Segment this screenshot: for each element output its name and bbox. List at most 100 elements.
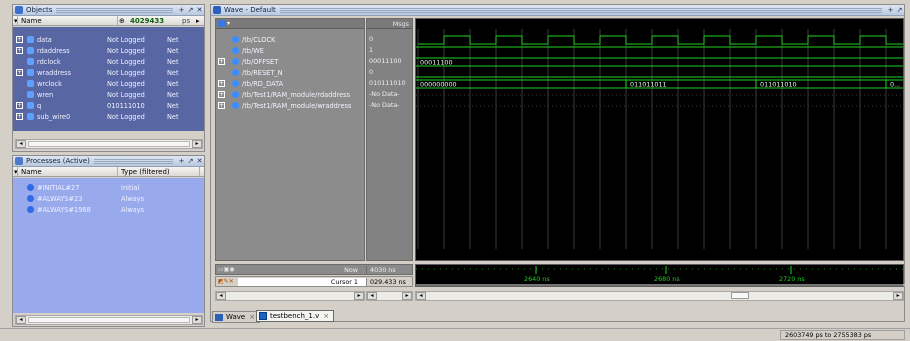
undock-icon[interactable]: ↗ bbox=[186, 157, 195, 166]
process-row[interactable]: #ALWAYS#23 Always bbox=[13, 193, 204, 204]
signal-icon bbox=[232, 58, 239, 65]
undock-icon[interactable]: ↗ bbox=[895, 6, 904, 15]
time-ruler-pane[interactable]: 2640 ns 2680 ns 2720 ns bbox=[415, 264, 905, 288]
time-ruler[interactable]: 2640 ns 2680 ns 2720 ns bbox=[416, 265, 905, 288]
values-hscrollbar[interactable]: ◂ ▸ bbox=[366, 291, 413, 301]
scroll-left-button[interactable]: ◂ bbox=[367, 292, 377, 300]
object-row[interactable]: + rdaddress Not Logged Net bbox=[13, 45, 204, 56]
scroll-left-button[interactable]: ◂ bbox=[416, 292, 426, 300]
close-icon[interactable]: ✕ bbox=[195, 157, 204, 166]
object-name: sub_wire0 bbox=[37, 112, 71, 121]
object-row[interactable]: rdclock Not Logged Net bbox=[13, 56, 204, 67]
process-row[interactable]: #ALWAYS#1968 Always bbox=[13, 204, 204, 215]
close-icon[interactable]: ✕ bbox=[195, 6, 204, 15]
object-kind: Net bbox=[167, 68, 179, 77]
object-kind: Net bbox=[167, 46, 179, 55]
search-value[interactable]: 4029433 bbox=[127, 16, 179, 25]
objects-hscrollbar[interactable]: ◂ ▸ bbox=[15, 139, 203, 149]
scroll-right-button[interactable]: ▸ bbox=[192, 316, 202, 324]
cursor-value[interactable]: 029.433 ns bbox=[366, 277, 412, 286]
object-value: Not Logged bbox=[107, 57, 145, 66]
cursor-icons[interactable]: ◩✎✕ bbox=[216, 278, 238, 285]
object-kind: Net bbox=[167, 112, 179, 121]
tab-testbench[interactable]: testbench_1.v × bbox=[256, 310, 335, 322]
object-row[interactable]: + wraddress Not Logged Net bbox=[13, 67, 204, 78]
scroll-left-button[interactable]: ◂ bbox=[216, 292, 226, 300]
cursor-label[interactable]: Cursor 1 bbox=[238, 277, 366, 286]
processes-list: #INITIAL#27 Initial #ALWAYS#23 Always #ALWAY… bbox=[13, 178, 204, 313]
object-row[interactable]: + q 010111010 Net bbox=[13, 100, 204, 111]
object-kind: Net bbox=[167, 57, 179, 66]
signal-row[interactable]: + /tb/Test1/RAM_module/rdaddress bbox=[216, 89, 364, 100]
object-row[interactable]: wrclock Not Logged Net bbox=[13, 78, 204, 89]
waveform-pane[interactable]: 00011100 000000000 011011011 011011010 0... bbox=[415, 18, 904, 261]
objects-titlebar[interactable]: Objects + ↗ ✕ bbox=[13, 5, 204, 16]
expand-icon[interactable]: + bbox=[16, 69, 23, 76]
now-row: ▭▣◉ Now 4030 ns bbox=[215, 264, 413, 275]
undock-icon[interactable]: ↗ bbox=[186, 6, 195, 15]
expand-icon[interactable]: + bbox=[218, 58, 225, 65]
signal-value: -No Data- bbox=[369, 90, 400, 98]
objects-col-name[interactable]: Name bbox=[18, 16, 118, 25]
signal-row[interactable]: /tb/RESET_N bbox=[216, 67, 364, 78]
net-icon bbox=[27, 47, 34, 54]
scroll-thumb[interactable] bbox=[731, 292, 749, 299]
next-icon[interactable]: ▸ bbox=[193, 16, 201, 25]
scroll-left-button[interactable]: ◂ bbox=[16, 316, 26, 324]
signal-value: 00011100 bbox=[369, 57, 402, 65]
expand-icon[interactable]: + bbox=[16, 102, 23, 109]
processes-hscrollbar[interactable]: ◂ ▸ bbox=[15, 315, 203, 325]
now-label: Now bbox=[344, 265, 358, 274]
wave-titlebar[interactable]: Wave - Default + ↗ bbox=[211, 5, 904, 16]
scroll-left-button[interactable]: ◂ bbox=[16, 140, 26, 148]
object-name: rdaddress bbox=[37, 46, 70, 55]
object-kind: Net bbox=[167, 35, 179, 44]
scroll-right-button[interactable]: ▸ bbox=[192, 140, 202, 148]
scroll-thumb[interactable] bbox=[28, 317, 190, 323]
expand-icon[interactable]: + bbox=[218, 80, 225, 87]
dropdown-icon[interactable]: ▾ bbox=[227, 20, 230, 27]
dock-icon[interactable]: + bbox=[177, 6, 186, 15]
process-row[interactable]: #INITIAL#27 Initial bbox=[13, 182, 204, 193]
scroll-right-button[interactable]: ▸ bbox=[893, 292, 903, 300]
signal-name-list: /tb/CLOCK/tb/WE + /tb/OFFSET/tb/RESET_N + /t… bbox=[216, 29, 364, 111]
tab-wave[interactable]: Wave × bbox=[212, 311, 261, 323]
scroll-right-button[interactable]: ▸ bbox=[354, 292, 364, 300]
processes-titlebar[interactable]: Processes (Active) + ↗ ✕ bbox=[13, 156, 204, 167]
process-type: Always bbox=[121, 194, 145, 203]
processes-col-type[interactable]: Type (filtered) bbox=[118, 167, 200, 176]
now-value: 4030 ns bbox=[366, 265, 412, 274]
object-row[interactable]: + data Not Logged Net bbox=[13, 34, 204, 45]
signal-row[interactable]: /tb/CLOCK bbox=[216, 34, 364, 45]
now-icons[interactable]: ▭▣◉ bbox=[216, 266, 238, 273]
object-name: wren bbox=[37, 90, 54, 99]
object-row[interactable]: + sub_wire0 Not Logged Net bbox=[13, 111, 204, 122]
signal-row[interactable]: + /tb/OFFSET bbox=[216, 56, 364, 67]
dock-icon[interactable]: + bbox=[886, 6, 895, 15]
waveform-canvas[interactable]: 00011100 000000000 011011011 011011010 0... bbox=[416, 19, 904, 261]
titlebar-grip bbox=[279, 7, 882, 13]
expand-icon[interactable]: + bbox=[218, 102, 225, 109]
processes-col-name[interactable]: Name bbox=[18, 167, 118, 176]
object-name: wrclock bbox=[37, 79, 62, 88]
signal-row[interactable]: + /tb/RD_DATA bbox=[216, 78, 364, 89]
object-row[interactable]: wren Not Logged Net bbox=[13, 89, 204, 100]
expand-icon[interactable]: + bbox=[16, 36, 23, 43]
expand-icon[interactable]: + bbox=[16, 113, 23, 120]
scroll-track[interactable] bbox=[426, 292, 893, 300]
expand-icon[interactable]: + bbox=[16, 47, 23, 54]
tab-close-icon[interactable]: × bbox=[249, 312, 255, 322]
scroll-right-button[interactable]: ▸ bbox=[402, 292, 412, 300]
scroll-thumb[interactable] bbox=[28, 141, 190, 147]
object-kind: Net bbox=[167, 90, 179, 99]
names-hscrollbar[interactable]: ◂ ▸ bbox=[215, 291, 365, 301]
tab-close-icon[interactable]: × bbox=[323, 311, 329, 321]
signal-name: /tb/CLOCK bbox=[242, 35, 276, 44]
expand-icon[interactable]: + bbox=[218, 91, 225, 98]
wave-hscrollbar[interactable]: ◂ ▸ bbox=[415, 291, 904, 301]
dock-icon[interactable]: + bbox=[177, 157, 186, 166]
signal-tree-icon[interactable] bbox=[218, 20, 226, 27]
objects-search[interactable]: ⊕ 4029433 ps ▸ bbox=[118, 16, 201, 25]
signal-row[interactable]: /tb/WE bbox=[216, 45, 364, 56]
signal-row[interactable]: + /tb/Test1/RAM_module/wraddress bbox=[216, 100, 364, 111]
